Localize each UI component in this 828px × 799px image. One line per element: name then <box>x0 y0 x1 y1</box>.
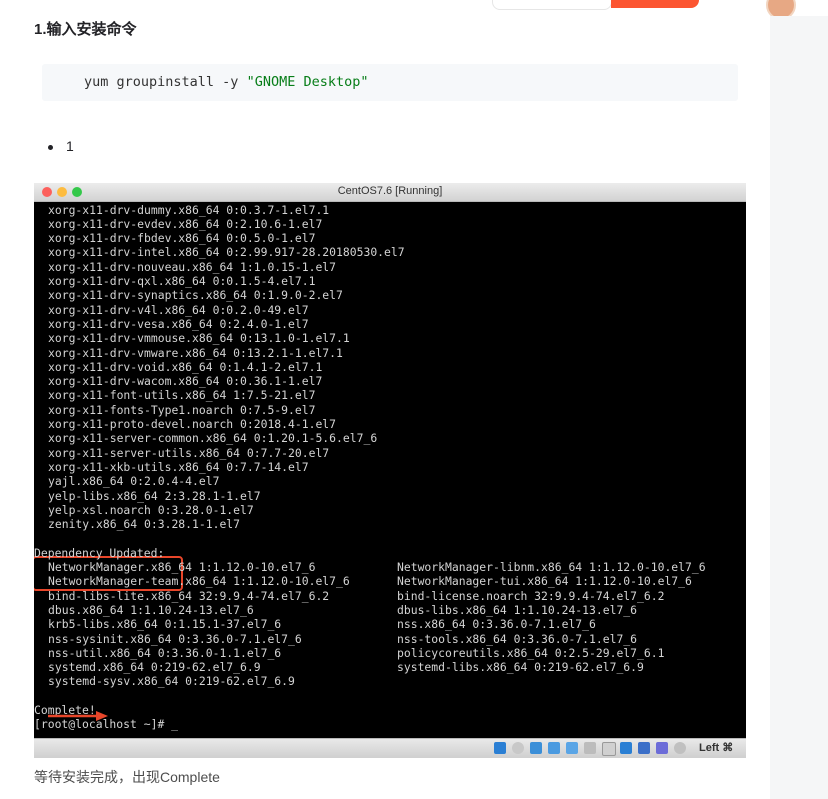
host-key-label: Left ⌘ <box>699 742 734 754</box>
terminal-line: xorg-x11-drv-wacom.x86_64 0:0.36.1-1.el7 <box>48 374 323 389</box>
section-heading: 1.输入安装命令 <box>34 21 137 38</box>
terminal-line: systemd.x86_64 0:219-62.el7_6.9 <box>48 660 261 675</box>
bullet-icon <box>48 145 53 150</box>
vm-statusbar: Left ⌘ <box>34 738 746 758</box>
terminal-line: xorg-x11-server-utils.x86_64 0:7.7-20.el… <box>48 445 330 460</box>
terminal-line: dbus-libs.x86_64 1:1.10.24-13.el7_6 <box>397 602 638 617</box>
terminal-line: xorg-x11-drv-vesa.x86_64 0:2.4.0-1.el7 <box>48 316 309 331</box>
terminal-line: NetworkManager-team.x86_64 1:1.12.0-10.e… <box>48 574 350 589</box>
arrow-icon <box>48 711 108 721</box>
terminal-line: xorg-x11-drv-void.x86_64 0:1.4.1-2.el7.1 <box>48 359 323 374</box>
terminal-line: yelp-libs.x86_64 2:3.28.1-1.el7 <box>48 488 261 503</box>
terminal-line: xorg-x11-proto-devel.noarch 0:2018.4-1.e… <box>48 417 337 431</box>
terminal-line: nss-util.x86_64 0:3.36.0-1.1.el7_6 <box>48 645 282 660</box>
terminal-line: xorg-x11-fonts-Type1.noarch 0:7.5-9.el7 <box>48 402 316 417</box>
terminal-line: bind-license.noarch 32:9.9.4-74.el7_6.2 <box>397 588 665 603</box>
optical-drive-icon[interactable] <box>512 742 524 754</box>
terminal-line: yajl.x86_64 0:2.0.4-4.el7 <box>48 474 220 489</box>
code-command: yum groupinstall -y <box>84 74 247 90</box>
list-item-text: 1 <box>66 138 74 154</box>
terminal-line: xorg-x11-drv-dummy.x86_64 0:0.3.7-1.el7.… <box>48 202 330 217</box>
terminal-line: NetworkManager-libnm.x86_64 1:1.12.0-10.… <box>397 560 706 574</box>
terminal-line: zenity.x86_64 0:3.28.1-1.el7 <box>48 517 241 532</box>
terminal-line: nss-sysinit.x86_64 0:3.36.0-7.1.el7_6 <box>48 631 302 646</box>
terminal-line: nss-tools.x86_64 0:3.36.0-7.1.el7_6 <box>397 631 638 646</box>
recording-icon[interactable] <box>638 742 650 754</box>
terminal-line: systemd-libs.x86_64 0:219-62.el7_6.9 <box>397 660 644 675</box>
caption-text: 等待安装完成，出现Complete <box>34 769 220 785</box>
terminal-line: bind-libs-lite.x86_64 32:9.9.4-74.el7_6.… <box>48 588 330 603</box>
terminal-screen: xorg-x11-drv-dummy.x86_64 0:0.3.7-1.el7.… <box>34 202 746 738</box>
vm-screenshot: CentOS7.6 [Running] xorg-x11-drv-dummy.x… <box>34 183 746 758</box>
hdd-icon[interactable] <box>494 742 506 754</box>
search-input[interactable] <box>492 0 612 10</box>
display-icon[interactable] <box>602 742 616 756</box>
terminal-line: xorg-x11-drv-vmware.x86_64 0:13.2.1-1.el… <box>48 345 343 360</box>
terminal-line: systemd-sysv.x86_64 0:219-62.el7_6.9 <box>48 674 295 689</box>
mouse-integration-icon[interactable] <box>674 742 686 754</box>
terminal-line: xorg-x11-server-common.x86_64 0:1.20.1-5… <box>48 431 378 446</box>
terminal-line: NetworkManager-tui.x86_64 1:1.12.0-10.el… <box>397 574 692 589</box>
terminal-line: nss.x86_64 0:3.36.0-7.1.el7_6 <box>397 617 596 632</box>
terminal-line: xorg-x11-drv-nouveau.x86_64 1:1.0.15-1.e… <box>48 259 337 274</box>
terminal-line: policycoreutils.x86_64 0:2.5-29.el7_6.1 <box>397 645 665 660</box>
usb-icon[interactable] <box>566 742 578 754</box>
network-icon[interactable] <box>548 742 560 754</box>
terminal-line: xorg-x11-font-utils.x86_64 1:7.5-21.el7 <box>48 388 316 403</box>
terminal-dependency-header: Dependency Updated: <box>34 545 165 560</box>
terminal-line: xorg-x11-drv-intel.x86_64 0:2.99.917-28.… <box>48 245 405 260</box>
search-button[interactable] <box>611 0 699 8</box>
terminal-line: xorg-x11-xkb-utils.x86_64 0:7.7-14.el7 <box>48 459 309 474</box>
terminal-line: xorg-x11-drv-evdev.x86_64 0:2.10.6-1.el7 <box>48 216 323 231</box>
terminal-line: dbus.x86_64 1:1.10.24-13.el7_6 <box>48 602 254 617</box>
capture-icon[interactable] <box>620 742 632 754</box>
terminal-line: xorg-x11-drv-fbdev.x86_64 0:0.5.0-1.el7 <box>48 231 316 246</box>
shared-folder-icon[interactable] <box>584 742 596 754</box>
terminal-line: yelp-xsl.noarch 0:3.28.0-1.el7 <box>48 502 254 517</box>
terminal-line: xorg-x11-drv-synaptics.x86_64 0:1.9.0-2.… <box>48 288 343 303</box>
terminal-line: xorg-x11-drv-vmmouse.x86_64 0:13.1.0-1.e… <box>48 331 350 346</box>
site-header <box>0 0 828 20</box>
terminal-line: krb5-libs.x86_64 0:1.15.1-37.el7_6 <box>48 617 282 632</box>
vm-titlebar: CentOS7.6 [Running] <box>34 183 746 202</box>
terminal-line: NetworkManager.x86_64 1:1.12.0-10.el7_6 <box>48 560 316 574</box>
code-string: "GNOME Desktop" <box>246 74 369 90</box>
code-block: yum groupinstall -y "GNOME Desktop" <box>42 64 738 101</box>
code-line: yum groupinstall -y "GNOME Desktop" <box>84 74 368 90</box>
terminal-line: xorg-x11-drv-qxl.x86_64 0:0.1.5-4.el7.1 <box>48 274 316 288</box>
vm-window-title: CentOS7.6 [Running] <box>337 185 443 197</box>
terminal-line: xorg-x11-drv-v4l.x86_64 0:0.2.0-49.el7 <box>48 302 309 317</box>
cpu-icon[interactable] <box>656 742 668 754</box>
audio-icon[interactable] <box>530 742 542 754</box>
right-sidebar <box>770 16 828 799</box>
article-body: 1.输入安装命令 yum groupinstall -y "GNOME Desk… <box>0 16 770 799</box>
